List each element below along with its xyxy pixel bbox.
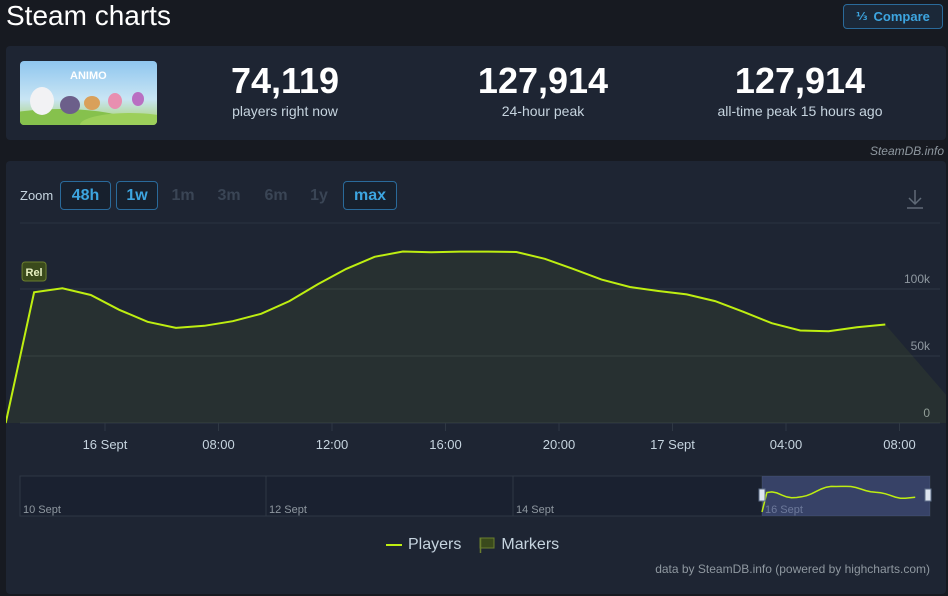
stat-current: 74,119 players right now	[203, 60, 367, 120]
steamdb-credit[interactable]: SteamDB.info	[870, 144, 944, 158]
game-logo-text: ANIMO	[70, 70, 107, 82]
navigator-handle[interactable]	[758, 488, 766, 502]
x-tick-label: 16:00	[429, 437, 462, 452]
y-tick-label: 50k	[911, 339, 931, 353]
stat-alltime-peak-value: 127,914	[734, 60, 866, 101]
legend-players-swatch	[386, 544, 402, 546]
navigator-label: 14 Sept	[516, 504, 554, 516]
legend-markers[interactable]: Markers	[479, 536, 559, 554]
legend-markers-label: Markers	[501, 536, 560, 553]
legend-players[interactable]: Players	[386, 536, 461, 554]
navigator-label: 12 Sept	[269, 504, 307, 516]
chart-legend: Players Markers	[386, 536, 559, 554]
marker-label: Rel	[26, 267, 43, 279]
compare-label: Compare	[873, 9, 930, 24]
game-artwork: ANIMO	[20, 61, 157, 125]
navigator-label: 10 Sept	[23, 504, 61, 516]
compare-button[interactable]: ⅓ Compare	[843, 4, 943, 29]
navigator-selection	[762, 476, 930, 516]
game-thumbnail[interactable]: ANIMO	[20, 61, 157, 125]
sort-numeric-icon: ⅓	[856, 10, 868, 23]
x-tick-label: 08:00	[202, 437, 235, 452]
stat-alltime-peak: 127,914 all-time peak 15 hours ago	[700, 60, 900, 120]
flag-icon	[479, 537, 495, 553]
x-tick-label: 20:00	[543, 437, 576, 452]
x-tick-label: 04:00	[770, 437, 803, 452]
stat-current-value: 74,119	[230, 60, 340, 101]
stat-24h-peak-label: 24-hour peak	[501, 103, 585, 119]
page-title: Steam charts	[6, 0, 171, 31]
players-area	[6, 251, 946, 423]
legend-players-label: Players	[408, 536, 462, 553]
navigator-handle[interactable]	[924, 488, 932, 502]
stat-current-label: players right now	[232, 103, 338, 119]
players-chart: 050k100k16 Sept08:0012:0016:0020:0017 Se…	[6, 222, 946, 517]
x-tick-label: 12:00	[316, 437, 349, 452]
x-tick-label: 16 Sept	[83, 437, 128, 452]
x-tick-label: 17 Sept	[650, 437, 695, 452]
y-tick-label: 100k	[904, 272, 931, 286]
stat-alltime-peak-label: all-time peak 15 hours ago	[717, 103, 883, 119]
x-tick-label: 08:00	[883, 437, 916, 452]
stats-panel: ANIMO 74,119 players right now 127,914 2…	[6, 46, 946, 140]
stat-24h-peak-value: 127,914	[477, 60, 609, 101]
chart-panel: Zoom 48h 1w 1m 3m 6m 1y max 050k100k16 S…	[6, 161, 946, 594]
stat-24h-peak: 127,914 24-hour peak	[461, 60, 625, 120]
footer-credit[interactable]: data by SteamDB.info (powered by highcha…	[655, 562, 930, 576]
